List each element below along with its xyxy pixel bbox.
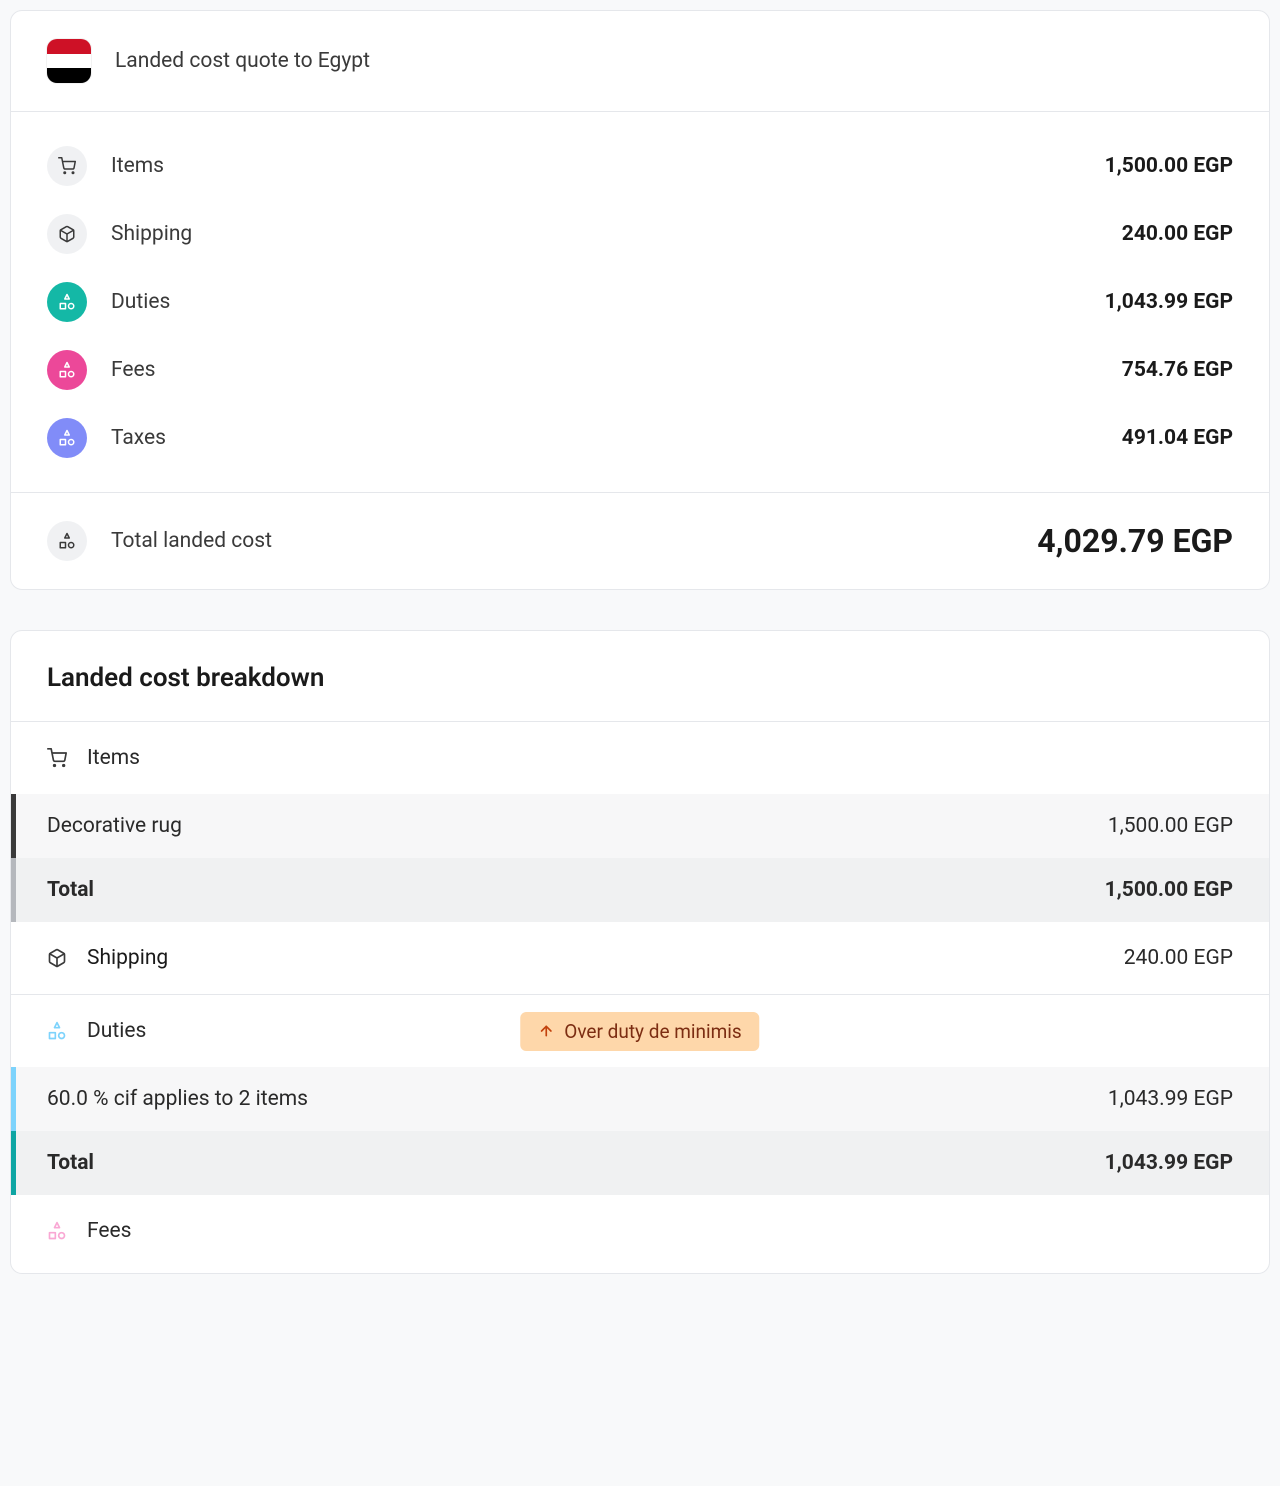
cart-icon [47, 748, 67, 768]
total-label: Total [47, 1151, 94, 1175]
summary-rows: Items 1,500.00 EGP Shipping 240.00 EGP D… [11, 112, 1269, 492]
row-label: Shipping [111, 222, 192, 246]
badge-text: Over duty de minimis [564, 1020, 741, 1043]
breakdown-items-total: Total 1,500.00 EGP [11, 858, 1269, 922]
cart-icon [47, 146, 87, 186]
package-icon [47, 948, 67, 968]
breakdown-duties-row: 60.0 % cif applies to 2 items 1,043.99 E… [11, 1067, 1269, 1131]
arrow-up-icon [538, 1023, 554, 1039]
item-value: 1,500.00 EGP [1108, 814, 1233, 838]
row-value: 491.04 EGP [1122, 426, 1233, 450]
shapes-icon [47, 1021, 67, 1041]
summary-row-items: Items 1,500.00 EGP [47, 132, 1233, 200]
over-de-minimis-badge: Over duty de minimis [520, 1012, 759, 1051]
total-value: 1,500.00 EGP [1105, 878, 1233, 902]
item-name: Decorative rug [47, 814, 182, 838]
row-label: Duties [111, 290, 170, 314]
shapes-icon [47, 418, 87, 458]
summary-row-taxes: Taxes 491.04 EGP [47, 404, 1233, 472]
breakdown-item-row: Decorative rug 1,500.00 EGP [11, 794, 1269, 858]
row-label: Taxes [111, 426, 166, 450]
row-value: 1,500.00 EGP [1105, 154, 1233, 178]
breakdown-items-header: Items [11, 722, 1269, 794]
shipping-value: 240.00 EGP [1124, 946, 1233, 970]
total-label: Total [47, 878, 94, 902]
shapes-icon [47, 1221, 67, 1241]
summary-header: Landed cost quote to Egypt [11, 11, 1269, 111]
breakdown-title: Landed cost breakdown [11, 631, 1269, 721]
egypt-flag-icon [47, 39, 91, 83]
breakdown-fees-header: Fees [11, 1195, 1269, 1273]
summary-row-fees: Fees 754.76 EGP [47, 336, 1233, 404]
row-value: 1,043.99 EGP [1105, 290, 1233, 314]
total-section: Total landed cost 4,029.79 EGP [11, 493, 1269, 589]
duties-value: 1,043.99 EGP [1108, 1087, 1233, 1111]
shapes-icon [47, 350, 87, 390]
shapes-icon [47, 521, 87, 561]
section-label: Fees [87, 1219, 132, 1243]
landed-cost-breakdown-card: Landed cost breakdown Items Decorative r… [10, 630, 1270, 1274]
shapes-icon [47, 282, 87, 322]
row-label: Fees [111, 358, 156, 382]
package-icon [47, 214, 87, 254]
section-label: Shipping [87, 946, 168, 970]
total-label: Total landed cost [111, 529, 272, 553]
breakdown-shipping-row: Shipping 240.00 EGP [11, 922, 1269, 994]
row-band [11, 858, 16, 922]
breakdown-duties-total: Total 1,043.99 EGP [11, 1131, 1269, 1195]
duties-desc: 60.0 % cif applies to 2 items [47, 1087, 308, 1111]
section-label: Items [87, 746, 140, 770]
summary-row-shipping: Shipping 240.00 EGP [47, 200, 1233, 268]
landed-cost-summary-card: Landed cost quote to Egypt Items 1,500.0… [10, 10, 1270, 590]
row-band [11, 1067, 16, 1131]
breakdown-duties-header: Duties Over duty de minimis [11, 995, 1269, 1067]
row-band [11, 794, 16, 858]
section-label: Duties [87, 1019, 146, 1043]
row-value: 754.76 EGP [1122, 358, 1233, 382]
row-band [11, 1131, 16, 1195]
summary-title: Landed cost quote to Egypt [115, 49, 370, 73]
summary-row-duties: Duties 1,043.99 EGP [47, 268, 1233, 336]
row-value: 240.00 EGP [1122, 222, 1233, 246]
row-label: Items [111, 154, 164, 178]
total-value: 4,029.79 EGP [1037, 522, 1233, 560]
total-value: 1,043.99 EGP [1105, 1151, 1233, 1175]
